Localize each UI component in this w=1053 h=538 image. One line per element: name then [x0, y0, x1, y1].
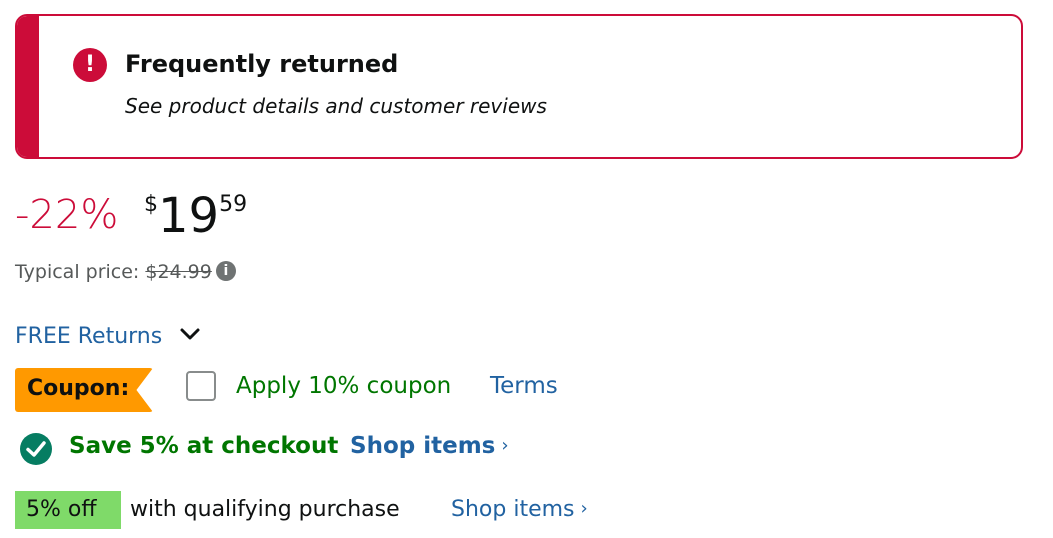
- shop-items-link-secondary[interactable]: Shop items ›: [451, 497, 588, 522]
- alert-accent-bar: [17, 16, 39, 157]
- frequently-returned-alert: ! Frequently returned See product detail…: [15, 14, 1023, 159]
- save-at-checkout-text: Save 5% at checkout: [69, 433, 339, 459]
- price-display: $1959: [144, 186, 247, 246]
- info-icon[interactable]: i: [215, 260, 236, 281]
- exclamation-icon: !: [73, 48, 107, 82]
- typical-price-label: Typical price:: [15, 261, 140, 283]
- percent-off-label: 5% off: [26, 497, 97, 522]
- shop-items-link[interactable]: Shop items ›: [350, 433, 509, 459]
- typical-price-value: $24.99: [145, 261, 212, 283]
- shop-items-label-secondary: Shop items: [451, 497, 575, 522]
- chevron-right-icon: ›: [501, 435, 509, 456]
- apply-coupon-checkbox[interactable]: [186, 371, 216, 401]
- apply-coupon-label[interactable]: Apply 10% coupon: [236, 373, 451, 399]
- chevron-right-icon: ›: [580, 498, 588, 519]
- check-circle-icon: [20, 433, 52, 465]
- alert-title: Frequently returned: [125, 50, 399, 78]
- price-whole: 19: [158, 188, 220, 244]
- chevron-down-icon: [180, 328, 200, 340]
- price-fraction: 59: [219, 192, 248, 217]
- coupon-terms-link[interactable]: Terms: [490, 373, 558, 399]
- free-returns-link[interactable]: FREE Returns: [15, 324, 201, 349]
- shop-items-label: Shop items: [350, 433, 496, 459]
- typical-price: Typical price: $24.99 i: [15, 260, 236, 283]
- currency-symbol: $: [144, 192, 158, 217]
- qualifying-purchase-text: with qualifying purchase: [130, 497, 400, 522]
- alert-subtitle: See product details and customer reviews: [125, 94, 547, 118]
- discount-percentage: -22%: [15, 192, 119, 238]
- coupon-badge-label: Coupon:: [27, 376, 130, 401]
- free-returns-label: FREE Returns: [15, 324, 163, 349]
